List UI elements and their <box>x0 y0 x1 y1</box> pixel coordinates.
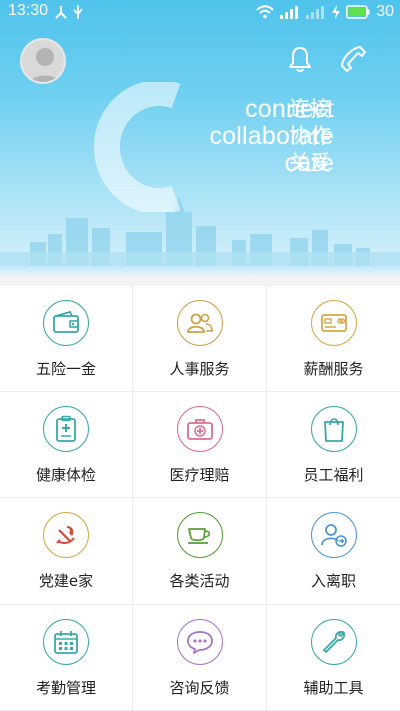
menu-item-attendance[interactable]: 考勤管理 <box>0 605 133 711</box>
status-bar: 13:30 30 <box>0 0 400 24</box>
menu-label: 五险一金 <box>35 360 96 378</box>
person-transfer-icon <box>310 512 357 558</box>
menu-item-party-building[interactable]: 党建e家 <box>0 498 133 605</box>
charging-icon <box>332 5 341 19</box>
status-left-icons <box>54 4 84 20</box>
notification-button[interactable] <box>285 44 315 74</box>
city-skyline-graphic <box>0 196 400 272</box>
chat-bubble-icon <box>176 619 223 665</box>
usb-icon <box>73 5 83 19</box>
menu-label: 党建e家 <box>38 572 94 590</box>
call-button[interactable] <box>338 44 368 74</box>
user-avatar[interactable] <box>20 38 66 84</box>
menu-item-salary-service[interactable]: 薪酬服务 <box>267 286 400 392</box>
status-right-icons: 30 <box>256 3 394 21</box>
menu-label: 入离职 <box>310 572 356 590</box>
calendar-icon <box>43 619 89 665</box>
phone-icon <box>341 46 366 72</box>
menu-label: 薪酬服务 <box>303 360 364 378</box>
people-icon <box>176 300 223 346</box>
medical-kit-icon <box>176 406 223 452</box>
battery-icon <box>346 5 370 19</box>
menu-label: 人事服务 <box>169 360 230 378</box>
menu-item-onboarding[interactable]: 入离职 <box>267 498 400 605</box>
menu-item-feedback[interactable]: 咨询反馈 <box>133 605 267 711</box>
menu-label: 咨询反馈 <box>169 679 230 697</box>
menu-label: 健康体检 <box>35 466 96 484</box>
slogan-cn-collaborate: 协作 <box>289 124 331 148</box>
menu-item-activities[interactable]: 各类活动 <box>133 498 267 605</box>
menu-item-hr-service[interactable]: 人事服务 <box>133 286 267 392</box>
party-emblem-icon <box>43 512 89 558</box>
menu-item-social-insurance[interactable]: 五险一金 <box>0 286 133 392</box>
battery-level: 30 <box>376 3 394 20</box>
header-banner: connect collaborate care 连接 协作 关爱 <box>0 0 400 272</box>
default-avatar-icon <box>22 40 64 82</box>
network-share-icon <box>55 6 67 19</box>
coffee-cup-icon <box>176 512 223 558</box>
brand-c-logo <box>93 82 181 212</box>
slogan-chinese: 连接 协作 关爱 <box>289 96 331 177</box>
menu-label: 员工福利 <box>303 466 364 484</box>
card-icon <box>310 300 357 346</box>
wrench-icon <box>310 619 357 665</box>
bell-icon <box>289 47 311 72</box>
wallet-icon <box>43 300 89 346</box>
slogan-cn-care: 关爱 <box>289 151 331 175</box>
menu-label: 考勤管理 <box>35 679 96 697</box>
menu-item-health-check[interactable]: 健康体检 <box>0 392 133 498</box>
signal-weak-icon <box>306 6 325 19</box>
menu-item-employee-benefits[interactable]: 员工福利 <box>267 392 400 498</box>
menu-item-medical-claim[interactable]: 医疗理赔 <box>133 392 267 498</box>
status-time: 13:30 <box>8 2 49 19</box>
clipboard-medical-icon <box>43 406 89 452</box>
banner-divider <box>0 266 400 276</box>
signal-icon <box>280 6 299 19</box>
menu-label: 医疗理赔 <box>169 466 230 484</box>
menu-item-tools[interactable]: 辅助工具 <box>267 605 400 711</box>
menu-label: 各类活动 <box>169 572 230 590</box>
wifi-icon <box>256 5 274 19</box>
gift-bag-icon <box>310 406 357 452</box>
slogan-cn-connect: 连接 <box>289 97 331 121</box>
menu-label: 辅助工具 <box>303 679 364 697</box>
service-menu-grid: 五险一金 人事服务 薪酬服务 健康体检 医疗理赔 员工福利 党建e家 各类活动 … <box>0 286 400 711</box>
